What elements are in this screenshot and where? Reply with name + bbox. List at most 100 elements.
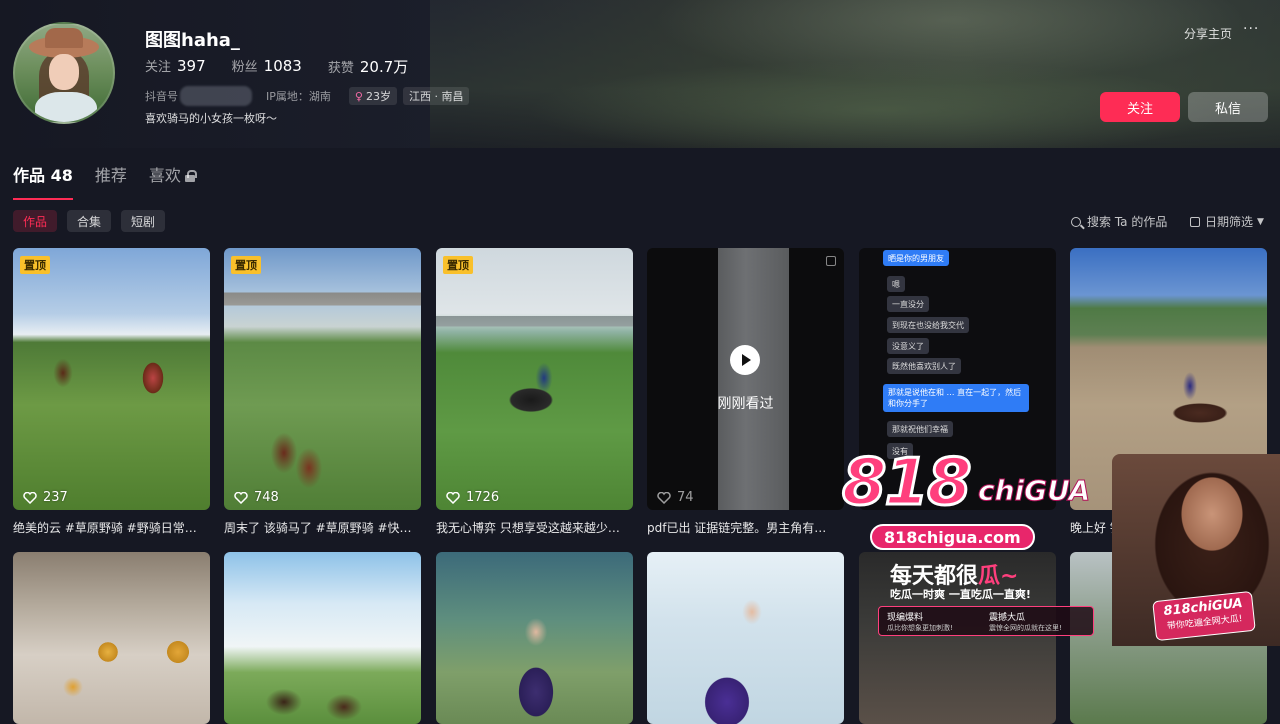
video-card[interactable]: 置顶 1726 (436, 248, 633, 510)
date-filter[interactable]: 日期筛选 ▼ (1190, 213, 1264, 230)
like-count-value: 74 (677, 490, 694, 505)
video-card[interactable] (224, 552, 421, 724)
profile-tabs: 作品 48 推荐 喜欢 (13, 162, 197, 200)
profile-stats: 关注 397 粉丝 1083 获赞 20.7万 (145, 56, 408, 77)
video-card[interactable]: 置顶 748 (224, 248, 421, 510)
stat-following[interactable]: 关注 397 (145, 56, 206, 77)
chat-message: 到现在也没给我交代 (887, 317, 969, 333)
play-icon[interactable] (730, 345, 760, 375)
female-icon: ♀ (354, 89, 363, 103)
search-works[interactable]: 搜索 Ta 的作品 (1071, 213, 1167, 230)
subtab-works[interactable]: 作品 (13, 210, 58, 232)
search-icon (1071, 216, 1081, 227)
video-thumbnail (647, 248, 844, 510)
subtab-short-drama[interactable]: 短剧 (121, 210, 166, 232)
video-caption[interactable]: 周末了 该骑马了 #草原野骑 #快… (224, 519, 421, 536)
share-profile-button[interactable]: 分享主页 (1184, 25, 1232, 42)
ad-feature-left: 现编爆料 瓜比你想象更加刺激! (887, 610, 953, 633)
heart-icon (234, 491, 248, 504)
calendar-icon (1190, 216, 1200, 227)
video-caption[interactable]: 我无心博弈 只想享受这越来越少… (436, 519, 633, 536)
pinned-badge: 置顶 (231, 256, 261, 274)
video-thumbnail (436, 552, 633, 724)
video-card[interactable] (436, 552, 633, 724)
stat-label: 粉丝 (231, 60, 258, 75)
chat-message: 那就是说他在和 … 直在一起了，然后和你分手了 (883, 384, 1029, 412)
chat-message: 那就祝他们幸福 (887, 421, 953, 437)
like-count: 748 (234, 490, 279, 505)
message-button[interactable]: 私信 (1188, 92, 1268, 122)
heart-icon (23, 491, 37, 504)
lock-icon (184, 170, 197, 182)
stat-likes: 获赞 20.7万 (328, 56, 408, 77)
stat-value: 1083 (263, 57, 302, 75)
video-caption[interactable]: pdf已出 证据链完整。男主角有… (647, 519, 844, 536)
ad-feature-right: 震撼大瓜 震惊全网的瓜就在这里! (989, 610, 1062, 633)
chat-message: 一直没分 (887, 296, 929, 312)
ad-feature-left-title: 现编爆料 (887, 613, 924, 623)
stat-value: 20.7万 (359, 58, 409, 76)
avatar-hat-top (45, 28, 83, 48)
ad-feature-strip: 现编爆料 瓜比你想象更加刺激! 震撼大瓜 震惊全网的瓜就在这里! (878, 606, 1094, 636)
video-card[interactable] (13, 552, 210, 724)
ad-url[interactable]: 818chigua.com (870, 524, 1035, 550)
username: 图图haha_ (145, 30, 240, 51)
chat-message: 晒是你的男朋友 (883, 250, 949, 266)
like-count: 74 (657, 490, 694, 505)
video-thumbnail (13, 552, 210, 724)
video-card[interactable] (647, 552, 844, 724)
subtab-collection[interactable]: 合集 (67, 210, 112, 232)
like-count-value: 237 (43, 490, 68, 505)
stat-value: 397 (177, 57, 206, 75)
chat-message: 既然他喜欢别人了 (887, 358, 961, 374)
subtabs: 作品 合集 短剧 (13, 210, 166, 232)
chevron-down-icon: ▼ (1257, 216, 1264, 227)
like-count: 1726 (446, 490, 499, 505)
video-thumbnail (436, 248, 633, 510)
ad-feature-right-sub: 震惊全网的瓜就在这里! (989, 624, 1062, 632)
heart-icon (657, 491, 671, 504)
video-card[interactable]: 置顶 237 (13, 248, 210, 510)
avatar-face (49, 54, 79, 90)
ad-logo-number: 818 (841, 445, 974, 522)
ad-overlay[interactable]: 818 chiGUA 818chigua.com 每天都很瓜~ 吃瓜一时爽 一直… (841, 445, 1280, 646)
tab-likes-label: 喜欢 (148, 166, 181, 185)
profile-header: 图图haha_ 关注 397 粉丝 1083 获赞 20.7万 抖音号 IP属地：湖南… (0, 0, 1280, 148)
video-thumbnail (13, 248, 210, 510)
search-works-label: 搜索 Ta 的作品 (1087, 215, 1168, 229)
video-caption[interactable]: 绝美的云 #草原野骑 #野骑日常… (13, 519, 210, 536)
more-options-icon[interactable]: ··· (1243, 21, 1259, 37)
ad-logo-text: chiGUA (977, 474, 1091, 508)
video-card[interactable]: 刚刚看过 74 (647, 248, 844, 510)
avatar[interactable] (13, 22, 115, 124)
video-thumbnail (224, 248, 421, 510)
tab-recommend[interactable]: 推荐 (95, 162, 127, 196)
douyin-id-blurred (180, 86, 252, 106)
stat-label: 关注 (145, 60, 172, 75)
bio: 喜欢骑马的小女孩一枚呀～ (145, 112, 277, 125)
header-background (430, 0, 1280, 148)
follow-button[interactable]: 关注 (1100, 92, 1180, 122)
pinned-badge: 置顶 (443, 256, 473, 274)
pinned-badge: 置顶 (20, 256, 50, 274)
location-tag: 江西 · 南昌 (402, 87, 470, 105)
tab-works[interactable]: 作品 48 (13, 162, 73, 200)
like-count-value: 748 (254, 490, 279, 505)
like-count: 237 (23, 490, 68, 505)
age-tag-label: 23岁 (365, 90, 391, 103)
stat-followers[interactable]: 粉丝 1083 (232, 56, 302, 77)
multi-image-icon (826, 256, 836, 266)
video-thumbnail (224, 552, 421, 724)
ip-location: IP属地：湖南 (266, 90, 331, 103)
ad-feature-right-title: 震撼大瓜 (989, 613, 1026, 623)
heart-icon (446, 491, 460, 504)
just-watched-label: 刚刚看过 (717, 396, 774, 412)
douyin-id-label: 抖音号 (145, 90, 178, 103)
avatar-shirt (35, 92, 97, 122)
ad-subtitle: 吃瓜一时爽 一直吃瓜一直爽! (890, 588, 1031, 601)
age-tag: ♀ 23岁 (348, 87, 397, 105)
tab-likes[interactable]: 喜欢 (148, 162, 197, 196)
video-thumbnail (647, 552, 844, 724)
ad-feature-left-sub: 瓜比你想象更加刺激! (887, 624, 953, 632)
stat-label: 获赞 (327, 61, 354, 76)
